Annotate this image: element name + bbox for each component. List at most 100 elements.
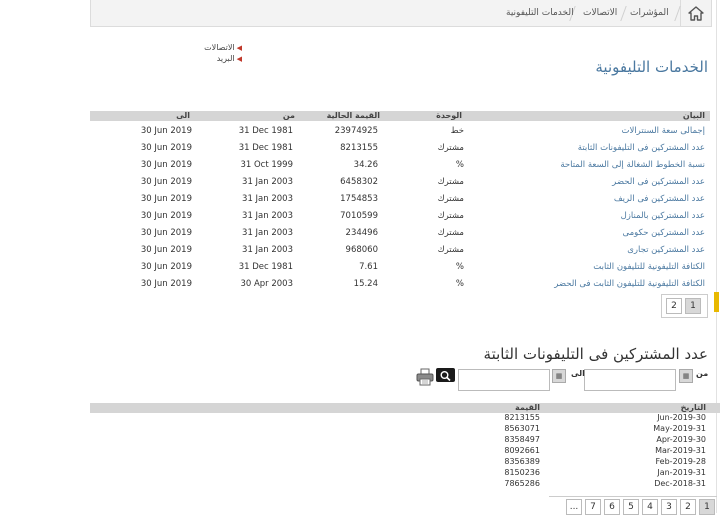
table-cell-unit: خط xyxy=(450,126,464,136)
search-button[interactable] xyxy=(436,368,455,382)
table-cell-value: 7.61 xyxy=(359,262,378,272)
table-cell-unit: مشترك xyxy=(437,245,464,255)
breadcrumb-indicators[interactable]: المؤشرات xyxy=(630,0,669,27)
table-cell-unit: مشترك xyxy=(437,228,464,238)
table-cell-item[interactable]: الكثافة التليفونية للتليفون الثابت xyxy=(593,259,705,276)
detail-cell-value: 8358497 xyxy=(504,435,540,444)
table-cell-from: 31 Dec 1981 xyxy=(238,262,293,272)
table-cell-item[interactable]: نسبة الخطوط الشغالة إلى السعة المتاحة xyxy=(560,157,705,174)
breadcrumb: المؤشرات الاتصالات الخدمات التليفونية xyxy=(90,0,712,27)
table-cell-to: 30 Jun 2019 xyxy=(140,177,192,187)
table-cell-value: 34.26 xyxy=(353,160,378,170)
table-cell-value: 6458302 xyxy=(340,177,378,187)
table-row: الكثافة التليفونية للتليفون الثابت% 7.61 3… xyxy=(90,259,710,276)
home-button[interactable] xyxy=(680,0,711,27)
triangle-icon: ◀ xyxy=(236,55,242,63)
table-cell-to: 30 Jun 2019 xyxy=(140,262,192,272)
home-icon xyxy=(688,6,704,21)
side-link-post[interactable]: ◀البريد xyxy=(217,54,242,63)
table-cell-from: 31 Jan 2003 xyxy=(242,177,293,187)
table-header: البيان الوحدة القيمة الحالية من الى xyxy=(90,111,710,121)
table-cell-value: 234496 xyxy=(345,228,378,238)
from-date-input[interactable] xyxy=(584,369,676,391)
table-cell-unit: % xyxy=(455,279,464,289)
detail-cell-date: Feb-2019-28 xyxy=(655,457,706,466)
section-title: عدد المشتركين فى التليفونات الثابتة xyxy=(483,345,708,363)
table-cell-from: 30 Apr 2003 xyxy=(240,279,293,289)
table-cell-unit: % xyxy=(455,262,464,272)
detail-cell-date: Jun-2019-30 xyxy=(657,413,706,422)
header-detail-value: القيمة xyxy=(515,403,540,412)
table-row: عدد المشتركين حكومى مشترك 234496 31 Jan 200… xyxy=(90,225,710,242)
table-row: عدد المشتركين فى التليفونات الثابتة مشترك… xyxy=(90,140,710,157)
table-row: الكثافة التليفونية للتليفون الثابت فى ال… xyxy=(90,276,710,293)
detail-row: Feb-2019-28 8356389 xyxy=(90,457,720,467)
calendar-icon: ▦ xyxy=(682,372,690,380)
table-cell-unit: مشترك xyxy=(437,177,464,187)
header-item: البيان xyxy=(682,111,705,120)
header-value: القيمة الحالية xyxy=(326,111,380,120)
detail-row: Jun-2019-30 8213155 xyxy=(90,413,720,423)
page-title: الخدمات التليفونية xyxy=(595,58,708,76)
to-date-input[interactable] xyxy=(458,369,550,391)
table-cell-to: 30 Jun 2019 xyxy=(140,126,192,136)
detail-cell-date: Apr-2019-30 xyxy=(656,435,706,444)
table-cell-to: 30 Jun 2019 xyxy=(140,279,192,289)
table-cell-item[interactable]: عدد المشتركين تجارى xyxy=(627,242,705,259)
table-cell-to: 30 Jun 2019 xyxy=(140,194,192,204)
accent-marker xyxy=(714,292,719,312)
triangle-icon: ◀ xyxy=(236,44,242,52)
table-cell-to: 30 Jun 2019 xyxy=(140,143,192,153)
detail-cell-date: Dec-2018-31 xyxy=(654,479,706,488)
detail-row: Mar-2019-31 8092661 xyxy=(90,446,720,456)
table-cell-from: 31 Jan 2003 xyxy=(242,245,293,255)
side-link-communications[interactable]: ◀الاتصالات xyxy=(204,43,242,52)
print-button[interactable] xyxy=(416,368,434,386)
table-cell-item[interactable]: عدد المشتركين فى التليفونات الثابتة xyxy=(578,140,705,157)
table-cell-item[interactable]: عدد المشتركين حكومى xyxy=(623,225,706,242)
detail-cell-value: 8150236 xyxy=(504,468,540,477)
search-icon xyxy=(440,371,451,382)
table-cell-from: 31 Oct 1999 xyxy=(240,160,293,170)
detail-cell-value: 8563071 xyxy=(504,424,540,433)
from-calendar-button[interactable]: ▦ xyxy=(679,369,693,383)
table-row: عدد المشتركين فى الحضر مشترك 6458302 31 Jan… xyxy=(90,174,710,191)
print-icon xyxy=(416,368,434,386)
header-to: الى xyxy=(176,111,190,120)
table-cell-to: 30 Jun 2019 xyxy=(140,228,192,238)
to-label: الى xyxy=(571,369,585,378)
table-cell-item[interactable]: عدد المشتركين فى الريف xyxy=(614,191,705,208)
breadcrumb-telephone-services[interactable]: الخدمات التليفونية xyxy=(506,0,574,27)
table-cell-item[interactable]: عدد المشتركين بالمنازل xyxy=(621,208,705,225)
detail-cell-value: 8213155 xyxy=(504,413,540,422)
detail-cell-value: 7865286 xyxy=(504,479,540,488)
table-cell-to: 30 Jun 2019 xyxy=(140,211,192,221)
table-cell-value: 968060 xyxy=(345,245,378,255)
table-cell-item[interactable]: إجمالى سعة السنترالات xyxy=(621,123,705,140)
table-cell-to: 30 Jun 2019 xyxy=(140,245,192,255)
table-cell-value: 15.24 xyxy=(353,279,378,289)
detail-cell-date: Mar-2019-31 xyxy=(655,446,706,455)
detail-row: May-2019-31 8563071 xyxy=(90,424,720,434)
table-row: إجمالى سعة السنترالات خط 23974925 31 Dec 19… xyxy=(90,123,710,140)
table-cell-item[interactable]: عدد المشتركين فى الحضر xyxy=(612,174,705,191)
detail-cell-date: Jan-2019-31 xyxy=(657,468,706,477)
to-calendar-button[interactable]: ▦ xyxy=(552,369,566,383)
table-cell-unit: مشترك xyxy=(437,211,464,221)
table-cell-value: 23974925 xyxy=(334,126,378,136)
table-cell-value: 8213155 xyxy=(340,143,378,153)
page-2-button[interactable]: 2 xyxy=(666,298,682,314)
table-cell-item[interactable]: الكثافة التليفونية للتليفون الثابت فى ال… xyxy=(554,276,705,293)
table-cell-unit: مشترك xyxy=(437,143,464,153)
from-label: من xyxy=(696,369,709,378)
table-cell-to: 30 Jun 2019 xyxy=(140,160,192,170)
detail-cell-value: 8092661 xyxy=(504,446,540,455)
page-1-button[interactable]: 1 xyxy=(685,298,701,314)
detail-row: Jan-2019-31 8150236 xyxy=(90,468,720,478)
table-cell-from: 31 Dec 1981 xyxy=(238,143,293,153)
breadcrumb-communications[interactable]: الاتصالات xyxy=(583,0,617,27)
table-cell-value: 7010599 xyxy=(340,211,378,221)
detail-table-header: التاريخ القيمة xyxy=(90,403,720,413)
detail-row: Apr-2019-30 8358497 xyxy=(90,435,720,445)
side-link-label: الاتصالات xyxy=(204,43,235,52)
